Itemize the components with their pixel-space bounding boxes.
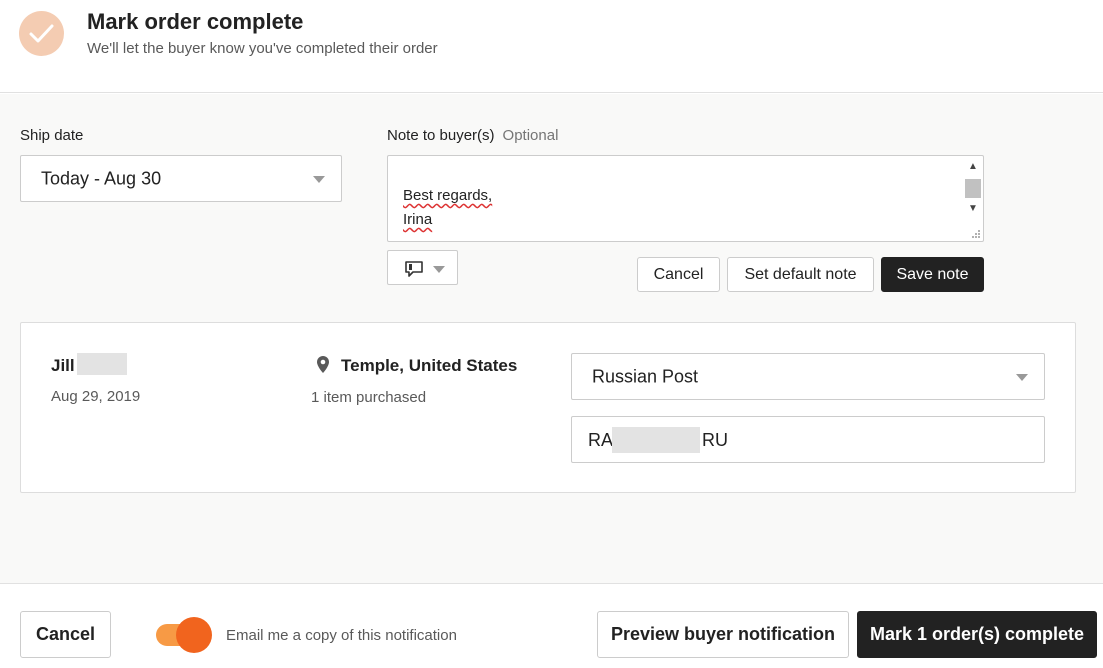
email-copy-label: Email me a copy of this notification xyxy=(226,627,457,644)
message-template-icon xyxy=(405,261,423,277)
chevron-down-icon xyxy=(433,266,445,273)
tracking-suffix: RU xyxy=(702,430,728,450)
chevron-down-icon xyxy=(1016,373,1028,381)
note-optional-text: Optional xyxy=(502,127,559,144)
order-date: Aug 29, 2019 xyxy=(51,388,141,405)
note-line: Best regards, xyxy=(403,187,493,204)
redacted-tracking-number xyxy=(612,427,700,453)
resize-grip-icon[interactable] xyxy=(971,229,981,239)
ship-date-label: Ship date xyxy=(20,127,84,144)
cancel-button[interactable]: Cancel xyxy=(20,611,111,658)
note-textarea[interactable]: Best regards, Irina ▲ ▼ xyxy=(387,155,984,242)
location-pin-icon xyxy=(317,356,329,373)
buyer-name: Jill xyxy=(51,356,75,375)
note-label: Note to buyer(s) Optional xyxy=(387,127,558,144)
carrier-value: Russian Post xyxy=(592,366,699,386)
tracking-prefix: RA xyxy=(588,430,614,450)
redacted-buyer-lastname xyxy=(77,353,127,375)
modal-subtitle: We'll let the buyer know you've complete… xyxy=(87,40,438,57)
preview-notification-button[interactable]: Preview buyer notification xyxy=(597,611,849,658)
modal-footer: Cancel Email me a copy of this notificat… xyxy=(0,583,1103,668)
note-line: Irina xyxy=(403,211,433,228)
items-purchased: 1 item purchased xyxy=(311,389,427,406)
note-label-text: Note to buyer(s) xyxy=(387,127,495,144)
note-scrollbar[interactable]: ▲ ▼ xyxy=(963,156,983,222)
modal-body: Ship date Today - Aug 30 Note to buyer(s… xyxy=(0,94,1103,583)
scroll-up-icon[interactable]: ▲ xyxy=(963,158,983,175)
ship-date-value: Today - Aug 30 xyxy=(41,168,162,188)
buyer-location: Temple, United States xyxy=(341,356,518,375)
modal-header: Mark order complete We'll let the buyer … xyxy=(0,0,1103,93)
save-note-button[interactable]: Save note xyxy=(881,257,984,292)
email-copy-toggle[interactable] xyxy=(156,617,212,653)
toggle-knob xyxy=(176,617,212,653)
scroll-down-icon[interactable]: ▼ xyxy=(963,200,983,217)
carrier-select[interactable]: Russian Post xyxy=(571,353,1045,400)
set-default-note-button[interactable]: Set default note xyxy=(727,257,874,292)
order-card: Jill Aug 29, 2019 Temple, United States … xyxy=(20,322,1076,493)
cancel-note-button[interactable]: Cancel xyxy=(637,257,720,292)
tracking-number-input[interactable]: RA RU xyxy=(571,416,1045,463)
mark-complete-button[interactable]: Mark 1 order(s) complete xyxy=(857,611,1097,658)
chevron-down-icon xyxy=(313,175,325,183)
ship-date-select[interactable]: Today - Aug 30 xyxy=(20,155,342,202)
modal-title: Mark order complete xyxy=(87,9,304,34)
check-icon xyxy=(19,11,64,56)
scroll-thumb[interactable] xyxy=(965,179,981,198)
note-template-button[interactable] xyxy=(387,250,458,285)
